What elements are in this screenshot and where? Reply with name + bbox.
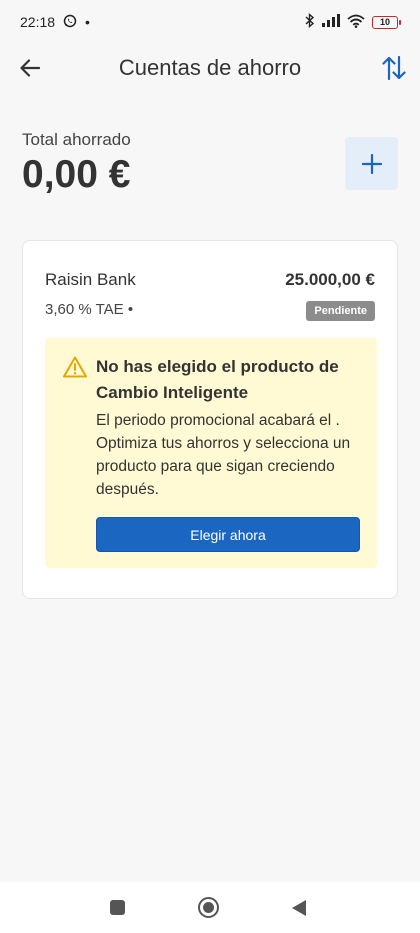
warning-text: El periodo promocional acabará el . Opti… [96, 412, 351, 498]
status-bar: 22:18 • 10 [0, 0, 420, 44]
total-label: Total ahorrado [22, 130, 131, 149]
page-title: Cuentas de ahorro [118, 55, 302, 80]
interest-rate: 3,60 % TAE • [45, 301, 134, 318]
home-icon [203, 902, 214, 913]
account-amount: 25.000,00 € [285, 270, 375, 289]
status-time: 22:18 [20, 14, 56, 30]
wifi-icon [347, 14, 365, 31]
notification-dot: • [85, 14, 90, 30]
total-value: 0,00 € [22, 153, 131, 196]
system-nav-bar [0, 882, 420, 933]
back-button[interactable] [14, 52, 46, 84]
warning-triangle-icon [63, 356, 87, 383]
status-right: 10 [305, 12, 401, 31]
warning-banner: No has elegido el producto de Cambio Int… [45, 338, 377, 568]
swap-vertical-icon [382, 55, 406, 81]
home-button[interactable] [198, 897, 219, 918]
bluetooth-icon [305, 12, 315, 31]
sort-button[interactable] [376, 50, 412, 86]
status-badge: Pendiente [306, 301, 375, 321]
battery-icon: 10 [372, 15, 401, 29]
choose-now-button[interactable]: Elegir ahora [96, 517, 360, 552]
warning-title: No has elegido el producto de Cambio Int… [96, 357, 339, 402]
account-card[interactable]: Raisin Bank 25.000,00 € 3,60 % TAE • Pen… [22, 240, 398, 599]
triangle-back-icon [292, 900, 306, 916]
plus-icon [361, 153, 382, 174]
nav-back-button[interactable] [291, 899, 307, 922]
battery-level: 10 [379, 17, 390, 27]
app-bar: Cuentas de ahorro [0, 44, 420, 92]
bank-name: Raisin Bank [45, 270, 136, 289]
status-left: 22:18 • [20, 14, 90, 31]
recents-button[interactable] [110, 900, 125, 915]
add-account-button[interactable] [345, 137, 398, 190]
arrow-left-icon [20, 59, 40, 77]
signal-icon [322, 14, 340, 30]
whatsapp-icon [63, 14, 77, 31]
